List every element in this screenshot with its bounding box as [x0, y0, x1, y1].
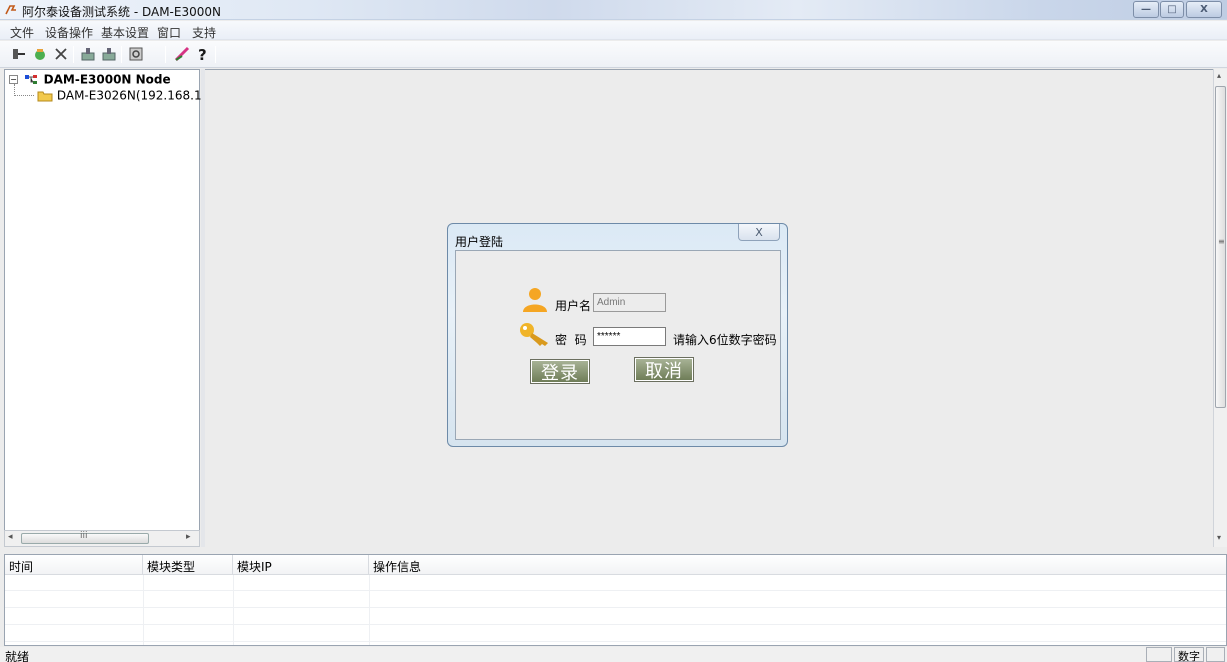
tree-line [14, 95, 34, 96]
toolbar-separator [121, 46, 122, 63]
password-label: 密 码 [555, 333, 587, 347]
toolbar-separator [165, 46, 166, 63]
close-icon: X [755, 225, 763, 239]
status-pane [1206, 647, 1225, 662]
upload-button[interactable] [79, 45, 97, 63]
username-field[interactable] [593, 293, 666, 312]
toolbar-separator [215, 46, 216, 63]
table-row[interactable] [5, 626, 1226, 642]
column-header-module-ip[interactable]: 模块IP [233, 555, 369, 575]
dialog-title: 用户登陆 [455, 235, 504, 249]
scroll-down-icon[interactable]: ▾ [1217, 533, 1221, 542]
menu-basic-settings[interactable]: 基本设置 [101, 24, 149, 41]
download-icon [102, 48, 116, 61]
table-row[interactable] [5, 575, 1226, 591]
menu-bar: 文件 设备操作 基本设置 窗口 支持 [0, 21, 1227, 40]
dialog-body: 用户名 密 码 请输入6位数字密码 登录 取消 [455, 250, 781, 440]
password-hint: 请输入6位数字密码 [673, 333, 777, 347]
operation-log-list: 时间 模块类型 模块IP 操作信息 [4, 554, 1227, 646]
status-pane-numlock: 数字 [1174, 647, 1204, 662]
status-pane [1146, 647, 1172, 662]
table-row[interactable] [5, 609, 1226, 625]
app-icon [5, 5, 16, 15]
grip-icon: ≡ [1218, 237, 1225, 246]
menu-support[interactable]: 支持 [192, 24, 216, 41]
upload-icon [81, 48, 95, 61]
column-header-module-type[interactable]: 模块类型 [143, 555, 233, 575]
settings-icon [129, 47, 143, 61]
scroll-thumb[interactable]: ≡ [1215, 86, 1226, 408]
search-device-icon [35, 49, 45, 60]
minimize-icon: — [1141, 4, 1151, 15]
tree-horizontal-scrollbar[interactable]: ◂ iii ▸ [4, 530, 200, 547]
connect-icon [13, 49, 25, 59]
connect-button[interactable] [10, 45, 28, 63]
settings-button[interactable] [127, 45, 145, 63]
scroll-right-icon[interactable]: ▸ [186, 532, 191, 542]
download-button[interactable] [100, 45, 118, 63]
scroll-left-icon[interactable]: ◂ [8, 532, 13, 542]
column-header-operation-info[interactable]: 操作信息 [369, 555, 1226, 575]
svg-text:?: ? [198, 46, 207, 62]
tree-root-label: DAM-E3000N Node [43, 72, 171, 87]
draw-button[interactable] [173, 45, 191, 63]
scroll-thumb[interactable]: iii [21, 531, 149, 544]
scroll-up-icon[interactable]: ▴ [1217, 71, 1221, 80]
workspace-vertical-scrollbar[interactable]: ▴ ≡ ▾ [1213, 69, 1227, 547]
column-divider [233, 575, 234, 645]
maximize-button[interactable]: □ [1160, 1, 1184, 18]
maximize-icon: □ [1167, 4, 1177, 15]
draw-icon [174, 46, 190, 62]
status-text: 就绪 [5, 650, 30, 662]
status-bar: 就绪 数字 [0, 647, 1227, 662]
tree-root[interactable]: − DAM-E3000N Node [9, 72, 171, 88]
delete-button[interactable] [52, 45, 70, 63]
column-divider [143, 575, 144, 645]
grip-icon: iii [80, 531, 88, 541]
username-label: 用户名 [555, 299, 592, 313]
folder-icon [37, 91, 53, 102]
key-icon [520, 323, 548, 346]
toolbar: ? [0, 41, 1227, 68]
close-button[interactable]: X [1186, 1, 1222, 18]
title-bar: 阿尔泰设备测试系统 - DAM-E3000N — □ X [0, 0, 1227, 20]
help-button[interactable]: ? [194, 45, 212, 63]
help-icon: ? [198, 46, 207, 62]
network-node-icon [24, 74, 37, 84]
collapse-icon[interactable]: − [9, 75, 18, 84]
login-dialog: 用户登陆 X 用户名 密 码 请输入6位数字密码 登录 取消 [447, 223, 788, 447]
tree-item-label: DAM-E3026N(192.168.1.8( [56, 88, 218, 103]
table-row[interactable] [5, 592, 1226, 608]
menu-window[interactable]: 窗口 [157, 24, 181, 41]
menu-file[interactable]: 文件 [10, 24, 34, 41]
log-header: 时间 模块类型 模块IP 操作信息 [5, 555, 1226, 575]
menu-device-ops[interactable]: 设备操作 [45, 24, 93, 41]
password-field[interactable] [593, 327, 666, 346]
tree-item-device[interactable]: DAM-E3026N(192.168.1.8( [37, 88, 218, 104]
column-header-time[interactable]: 时间 [5, 555, 143, 575]
dialog-close-button[interactable]: X [738, 224, 780, 241]
delete-icon [55, 48, 67, 60]
minimize-button[interactable]: — [1133, 1, 1159, 18]
device-tree: − DAM-E3000N Node DAM-E3026N(192.168.1.8… [4, 69, 218, 547]
user-icon [523, 288, 547, 312]
close-icon: X [1200, 4, 1208, 15]
cancel-button[interactable]: 取消 [634, 357, 694, 382]
window-title: 阿尔泰设备测试系统 - DAM-E3000N [22, 5, 221, 19]
search-device-button[interactable] [31, 45, 49, 63]
column-divider [369, 575, 370, 645]
toolbar-separator [73, 46, 74, 63]
login-button[interactable]: 登录 [530, 359, 590, 384]
